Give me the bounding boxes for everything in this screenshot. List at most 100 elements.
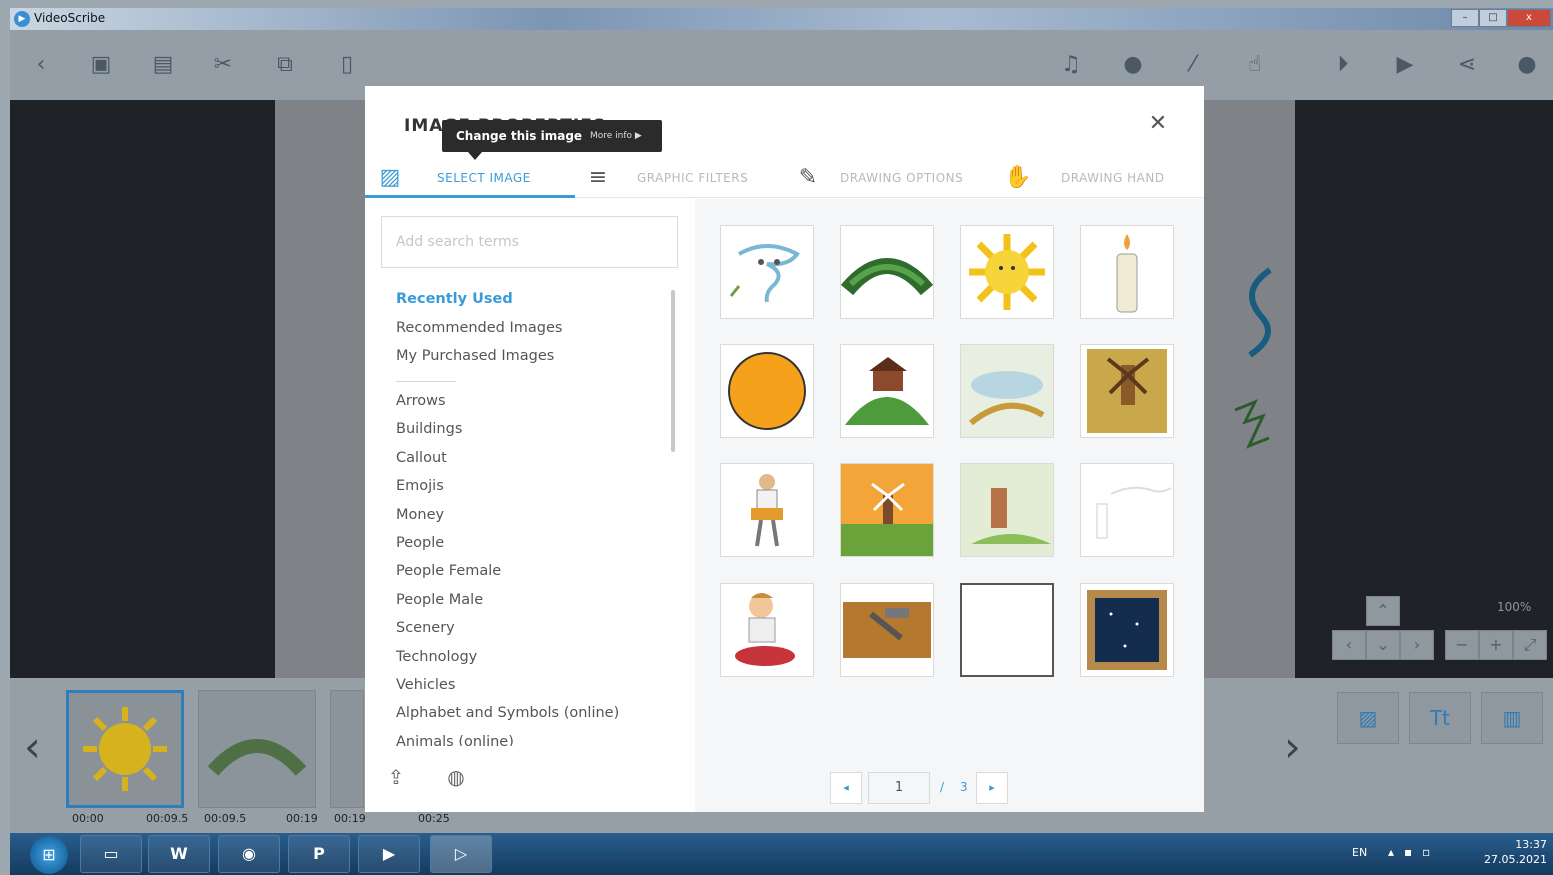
- category-item[interactable]: Animals (online): [396, 734, 514, 746]
- word-icon[interactable]: W: [148, 835, 210, 873]
- category-item[interactable]: People Female: [396, 563, 501, 579]
- page-number-input[interactable]: 1: [868, 772, 930, 804]
- category-recommended-images[interactable]: Recommended Images: [396, 320, 562, 336]
- play-from-icon[interactable]: ⏵: [1328, 50, 1358, 80]
- paste-icon[interactable]: ▯: [332, 50, 362, 80]
- tab-label: DRAWING OPTIONS: [840, 171, 964, 185]
- category-item[interactable]: Alphabet and Symbols (online): [396, 705, 619, 721]
- pan-up-icon[interactable]: ⌃: [1366, 596, 1400, 626]
- tab-select-image[interactable]: ▨ SELECT IMAGE: [365, 158, 575, 198]
- help-icon[interactable]: ●: [1512, 50, 1542, 80]
- category-recently-used[interactable]: Recently Used: [396, 291, 513, 307]
- tab-drawing-hand[interactable]: ✋ DRAWING HAND: [1003, 158, 1203, 198]
- globe-icon[interactable]: ◍: [443, 764, 469, 790]
- pan-down-icon[interactable]: ⌄: [1366, 630, 1400, 660]
- save-as-icon[interactable]: ▤: [148, 50, 178, 80]
- timeline-time: 00:09.5: [146, 812, 189, 825]
- category-my-purchased-images[interactable]: My Purchased Images: [396, 348, 554, 364]
- brush-icon[interactable]: ⁄: [1178, 50, 1208, 80]
- chrome-icon[interactable]: ◉: [218, 835, 280, 873]
- zoom-in-icon[interactable]: +: [1479, 630, 1513, 660]
- image-tile-boy-sitting[interactable]: [720, 583, 814, 677]
- videoscribe-icon[interactable]: ▷: [430, 835, 492, 873]
- pan-left-icon[interactable]: ‹: [1332, 630, 1366, 660]
- share-icon[interactable]: ⋖: [1452, 50, 1482, 80]
- image-tile-farmer[interactable]: [720, 463, 814, 557]
- pan-right-icon[interactable]: ›: [1400, 630, 1434, 660]
- add-image-button[interactable]: ▨: [1337, 692, 1399, 744]
- image-tile-windmill-village[interactable]: [960, 463, 1054, 557]
- category-item[interactable]: People: [396, 535, 444, 551]
- save-icon[interactable]: ▣: [86, 50, 116, 80]
- zoom-out-icon[interactable]: −: [1445, 630, 1479, 660]
- hand-icon[interactable]: ☝: [1240, 50, 1270, 80]
- image-tile-windmill-sunset[interactable]: [840, 463, 934, 557]
- clock[interactable]: 13:37 27.05.2021: [1484, 837, 1547, 867]
- category-scrollbar[interactable]: [671, 290, 675, 452]
- image-tile-orange-ball[interactable]: [720, 344, 814, 438]
- change-image-tooltip: Change this image More info ▶: [442, 120, 662, 160]
- timeline-next-icon[interactable]: ›: [1284, 722, 1301, 771]
- image-tile-candle[interactable]: [1080, 225, 1174, 319]
- copy-icon[interactable]: ⧉: [270, 50, 300, 80]
- add-chart-button[interactable]: ▥: [1481, 692, 1543, 744]
- category-item[interactable]: Buildings: [396, 421, 462, 437]
- image-tile-house-on-hill[interactable]: [840, 344, 934, 438]
- category-item[interactable]: Arrows: [396, 393, 446, 409]
- tab-drawing-options[interactable]: ✎ DRAWING OPTIONS: [793, 158, 993, 198]
- timeline-time: 00:00: [72, 812, 104, 825]
- add-text-button[interactable]: Tt: [1409, 692, 1471, 744]
- image-tile-tornado[interactable]: [720, 225, 814, 319]
- videoscribe-app-icon: ▶: [14, 11, 30, 27]
- window-close-button[interactable]: x: [1507, 9, 1551, 27]
- explorer-icon[interactable]: ▭: [80, 835, 142, 873]
- minimize-button[interactable]: –: [1451, 9, 1479, 27]
- upload-icon[interactable]: ⇪: [383, 764, 409, 790]
- close-icon[interactable]: ✕: [1146, 112, 1170, 136]
- category-item[interactable]: People Male: [396, 592, 483, 608]
- timeline-thumb-grass[interactable]: [198, 690, 316, 808]
- image-tile-blank-sketch[interactable]: [1080, 463, 1174, 557]
- tab-graphic-filters[interactable]: ≡ GRAPHIC FILTERS: [581, 158, 781, 198]
- image-tile-windmill-painting[interactable]: [1080, 344, 1174, 438]
- category-item[interactable]: Callout: [396, 450, 447, 466]
- image-tile-window-night-sky[interactable]: [1080, 583, 1174, 677]
- powerpoint-icon[interactable]: P: [288, 835, 350, 873]
- next-page-button[interactable]: ▸: [976, 772, 1008, 804]
- timeline-thumb-partial[interactable]: [330, 690, 364, 808]
- category-item[interactable]: Vehicles: [396, 677, 455, 693]
- fit-screen-icon[interactable]: ⤢: [1513, 630, 1547, 660]
- window-titlebar: ▶ VideoScribe – □ x: [10, 8, 1553, 30]
- back-icon[interactable]: ‹: [26, 50, 56, 80]
- music-icon[interactable]: ♫: [1056, 50, 1086, 80]
- search-field[interactable]: [381, 216, 678, 268]
- start-button[interactable]: ⊞: [30, 836, 68, 874]
- maximize-button[interactable]: □: [1479, 9, 1507, 27]
- windows-taskbar: ⊞ ▭ W ◉ P ▶ ▷ EN ▴▪▫ 13:37 27.05.2021: [10, 833, 1553, 875]
- timeline-prev-icon[interactable]: ‹: [24, 722, 41, 771]
- more-info-link[interactable]: More info ▶: [590, 131, 642, 141]
- microphone-icon[interactable]: ●: [1118, 50, 1148, 80]
- image-tile-blank[interactable]: [960, 583, 1054, 677]
- search-input[interactable]: [382, 217, 677, 267]
- prev-page-button[interactable]: ◂: [830, 772, 862, 804]
- media-icon[interactable]: ▶: [358, 835, 420, 873]
- tab-label: SELECT IMAGE: [437, 171, 531, 185]
- category-item[interactable]: Scenery: [396, 620, 455, 636]
- category-item[interactable]: Emojis: [396, 478, 444, 494]
- image-tile-grass-mound[interactable]: [840, 225, 934, 319]
- timeline-thumb-sun[interactable]: [66, 690, 184, 808]
- category-item[interactable]: Money: [396, 507, 444, 523]
- image-tile-windmill-landscape[interactable]: [960, 344, 1054, 438]
- cut-icon[interactable]: ✂: [208, 50, 238, 80]
- play-icon[interactable]: ▶: [1390, 50, 1420, 80]
- hand-icon: ✋: [1004, 165, 1032, 190]
- dialog-tabs: ▨ SELECT IMAGE ≡ GRAPHIC FILTERS ✎ DRAWI…: [365, 158, 1204, 198]
- image-tile-hammer-wood[interactable]: [840, 583, 934, 677]
- image-icon: ▨: [379, 165, 401, 190]
- sun-thumb-image: [83, 707, 167, 791]
- image-tile-sun[interactable]: [960, 225, 1054, 319]
- tray-icons[interactable]: ▴▪▫: [1388, 845, 1440, 859]
- language-indicator[interactable]: EN: [1352, 846, 1367, 859]
- category-item[interactable]: Technology: [396, 649, 477, 665]
